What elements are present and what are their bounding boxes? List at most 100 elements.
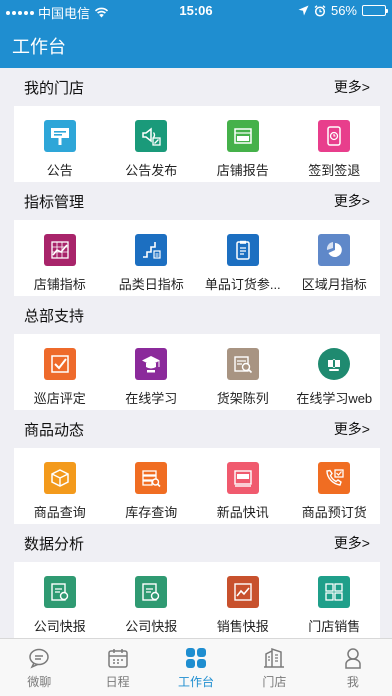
section-kpi-management: 指标管理 更多> 店铺指标 品类日指标 单品订货参... 区域月指标 xyxy=(14,182,380,296)
app-item-product-preorder[interactable]: 商品预订货 xyxy=(289,448,381,524)
app-item-label: 在线学习web xyxy=(296,391,373,406)
battery-icon xyxy=(362,5,388,16)
section-header: 我的门店 更多> xyxy=(14,68,380,106)
tab-label: 微聊 xyxy=(27,675,52,689)
nav-bar: 工作台 xyxy=(0,22,392,68)
workbench-content: 我的门店 更多> 公告 公告发布 店铺报告 签到签退 指标管理 更多> 店铺指标… xyxy=(0,68,392,638)
app-item-inventory-search[interactable]: 库存查询 xyxy=(106,448,198,524)
product-box-icon xyxy=(43,462,76,494)
app-item-label: 店铺报告 xyxy=(216,163,269,178)
tab-me[interactable]: 我 xyxy=(314,639,392,696)
app-item-label: 区域月指标 xyxy=(301,277,367,292)
graduation-cap-icon xyxy=(135,348,168,380)
billboard-icon xyxy=(43,120,76,152)
announce-publish-icon xyxy=(135,120,168,152)
section-data-analysis: 数据分析 更多> 公司快报 公司快报 销售快报 门店销售 xyxy=(14,524,380,638)
store-sales-icon xyxy=(318,576,351,608)
app-item-online-learning-web[interactable]: 在线学习web xyxy=(289,334,381,410)
app-item-label: 公告 xyxy=(46,163,73,178)
person-icon xyxy=(345,648,361,669)
app-item-checkin[interactable]: 签到签退 xyxy=(289,106,381,182)
app-item-sales-report[interactable]: 销售快报 xyxy=(197,562,289,638)
sales-report-icon xyxy=(226,576,259,608)
tab-chat[interactable]: 微聊 xyxy=(0,639,78,696)
app-item-label: 销售快报 xyxy=(216,619,269,634)
store-report-icon xyxy=(226,120,259,152)
section-header: 总部支持 xyxy=(14,296,380,334)
section-title: 指标管理 xyxy=(24,193,85,211)
app-grid: 公司快报 公司快报 销售快报 门店销售 xyxy=(14,562,380,638)
app-item-label: 商品预订货 xyxy=(301,505,367,520)
section-title: 商品动态 xyxy=(24,421,85,439)
store-kpi-icon xyxy=(43,234,76,266)
app-item-region-month[interactable]: 区域月指标 xyxy=(289,220,381,296)
app-item-company-report[interactable]: 公司快报 xyxy=(14,562,106,638)
app-item-store-inspection[interactable]: 巡店评定 xyxy=(14,334,106,410)
app-item-label: 库存查询 xyxy=(125,505,178,520)
app-grid: 公告 公告发布 店铺报告 签到签退 xyxy=(14,106,380,182)
section-title: 数据分析 xyxy=(24,535,85,553)
checkin-clock-icon xyxy=(318,120,351,152)
more-link[interactable]: 更多> xyxy=(334,77,370,97)
app-item-category-daily[interactable]: 品类日指标 xyxy=(106,220,198,296)
tab-bar: 微聊 日程 工作台 门店 我 xyxy=(0,638,392,696)
app-item-store-sales[interactable]: 门店销售 xyxy=(289,562,381,638)
app-item-label: 公司快报 xyxy=(125,619,178,634)
section-hq-support: 总部支持 巡店评定 在线学习 货架陈列 在线学习web xyxy=(14,296,380,410)
category-daily-icon xyxy=(135,234,168,266)
app-item-online-learning[interactable]: 在线学习 xyxy=(106,334,198,410)
app-item-label: 新品快讯 xyxy=(216,505,269,520)
page-title: 工作台 xyxy=(12,37,66,57)
app-item-sku-order[interactable]: 单品订货参... xyxy=(197,220,289,296)
company-report-icon xyxy=(43,576,76,608)
app-item-company-report-2[interactable]: 公司快报 xyxy=(106,562,198,638)
section-my-store: 我的门店 更多> 公告 公告发布 店铺报告 签到签退 xyxy=(14,68,380,182)
location-arrow-icon xyxy=(298,5,309,16)
more-link[interactable]: 更多> xyxy=(334,419,370,439)
app-item-label: 店铺指标 xyxy=(33,277,86,292)
shelf-display-icon xyxy=(226,348,259,380)
app-item-new-products[interactable]: 新品快讯 xyxy=(197,448,289,524)
section-title: 我的门店 xyxy=(24,79,85,97)
section-header: 商品动态 更多> xyxy=(14,410,380,448)
tab-workbench[interactable]: 工作台 xyxy=(157,639,235,696)
app-item-product-search[interactable]: 商品查询 xyxy=(14,448,106,524)
app-grid: 巡店评定 在线学习 货架陈列 在线学习web xyxy=(14,334,380,410)
tab-label: 我 xyxy=(346,675,359,689)
more-link[interactable]: 更多> xyxy=(334,533,370,553)
status-bar: 中国电信 15:06 56% xyxy=(0,0,392,22)
section-product-updates: 商品动态 更多> 商品查询 库存查询 新品快讯 商品预订货 xyxy=(14,410,380,524)
app-item-shelf-display[interactable]: 货架陈列 xyxy=(197,334,289,410)
inventory-search-icon xyxy=(135,462,168,494)
app-grid: 店铺指标 品类日指标 单品订货参... 区域月指标 xyxy=(14,220,380,296)
preorder-icon xyxy=(318,462,351,494)
app-item-announce-publish[interactable]: 公告发布 xyxy=(106,106,198,182)
online-learning-web-icon xyxy=(318,348,351,380)
section-title: 总部支持 xyxy=(24,307,85,325)
app-item-store-kpi[interactable]: 店铺指标 xyxy=(14,220,106,296)
tab-label: 工作台 xyxy=(178,675,215,689)
new-product-icon xyxy=(226,462,259,494)
app-item-label: 门店销售 xyxy=(308,619,361,634)
section-header: 数据分析 更多> xyxy=(14,524,380,562)
tab-label: 日程 xyxy=(105,675,130,689)
tab-label: 门店 xyxy=(262,675,287,689)
app-item-label: 品类日指标 xyxy=(118,277,184,292)
status-right: 56% xyxy=(298,3,388,18)
app-item-announcement[interactable]: 公告 xyxy=(14,106,106,182)
app-item-label: 巡店评定 xyxy=(33,391,86,406)
battery-percent: 56% xyxy=(330,3,357,18)
tab-schedule[interactable]: 日程 xyxy=(78,639,156,696)
workbench-grid-icon xyxy=(186,648,207,668)
app-item-store-report[interactable]: 店铺报告 xyxy=(197,106,289,182)
chat-bubble-icon xyxy=(29,648,49,669)
tab-store[interactable]: 门店 xyxy=(235,639,313,696)
sku-order-icon xyxy=(226,234,259,266)
app-item-label: 商品查询 xyxy=(33,505,86,520)
more-link[interactable]: 更多> xyxy=(334,191,370,211)
app-item-label: 公司快报 xyxy=(33,619,86,634)
region-month-icon xyxy=(318,234,351,266)
calendar-icon xyxy=(107,649,128,668)
app-item-label: 货架陈列 xyxy=(216,391,269,406)
app-item-label: 在线学习 xyxy=(125,391,178,406)
